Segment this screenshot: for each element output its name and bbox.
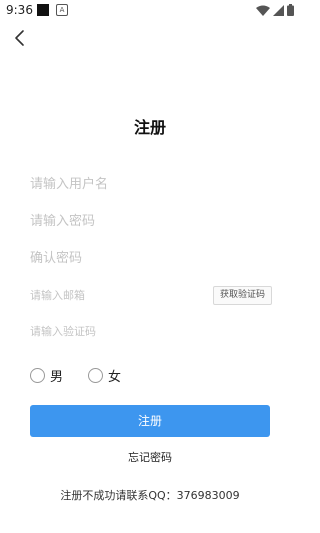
confirm-password-input[interactable] <box>30 246 270 270</box>
get-code-button[interactable]: 获取验证码 <box>213 286 272 305</box>
gender-female-radio[interactable]: 女 <box>88 366 122 385</box>
gender-female-label: 女 <box>108 369 122 385</box>
notification-app-icon: A <box>56 4 68 16</box>
verification-code-input[interactable] <box>30 319 270 343</box>
radio-circle[interactable] <box>30 367 45 383</box>
email-input[interactable] <box>30 283 205 307</box>
status-icons <box>256 4 294 16</box>
status-time: 9:36 <box>6 3 33 17</box>
wifi-icon <box>256 5 270 16</box>
notification-square-icon <box>37 4 49 16</box>
status-bar: 9:36 A <box>0 0 300 22</box>
chevron-left-icon <box>15 30 24 46</box>
password-input[interactable] <box>30 209 270 233</box>
gender-male-label: 男 <box>50 369 64 385</box>
forgot-password-link[interactable]: 忘记密码 <box>0 449 300 465</box>
battery-icon <box>287 4 294 16</box>
register-button[interactable]: 注册 <box>30 405 270 437</box>
gender-male-radio[interactable]: 男 <box>30 366 64 385</box>
cellular-signal-icon <box>273 4 284 16</box>
page-title: 注册 <box>133 118 166 137</box>
radio-circle[interactable] <box>88 367 103 383</box>
register-screen: 9:36 A 注册 获取验证码 男 <box>0 0 300 533</box>
username-input[interactable] <box>30 172 270 196</box>
back-button[interactable] <box>10 28 30 48</box>
contact-info-text: 注册不成功请联系QQ：376983009 <box>60 489 240 502</box>
